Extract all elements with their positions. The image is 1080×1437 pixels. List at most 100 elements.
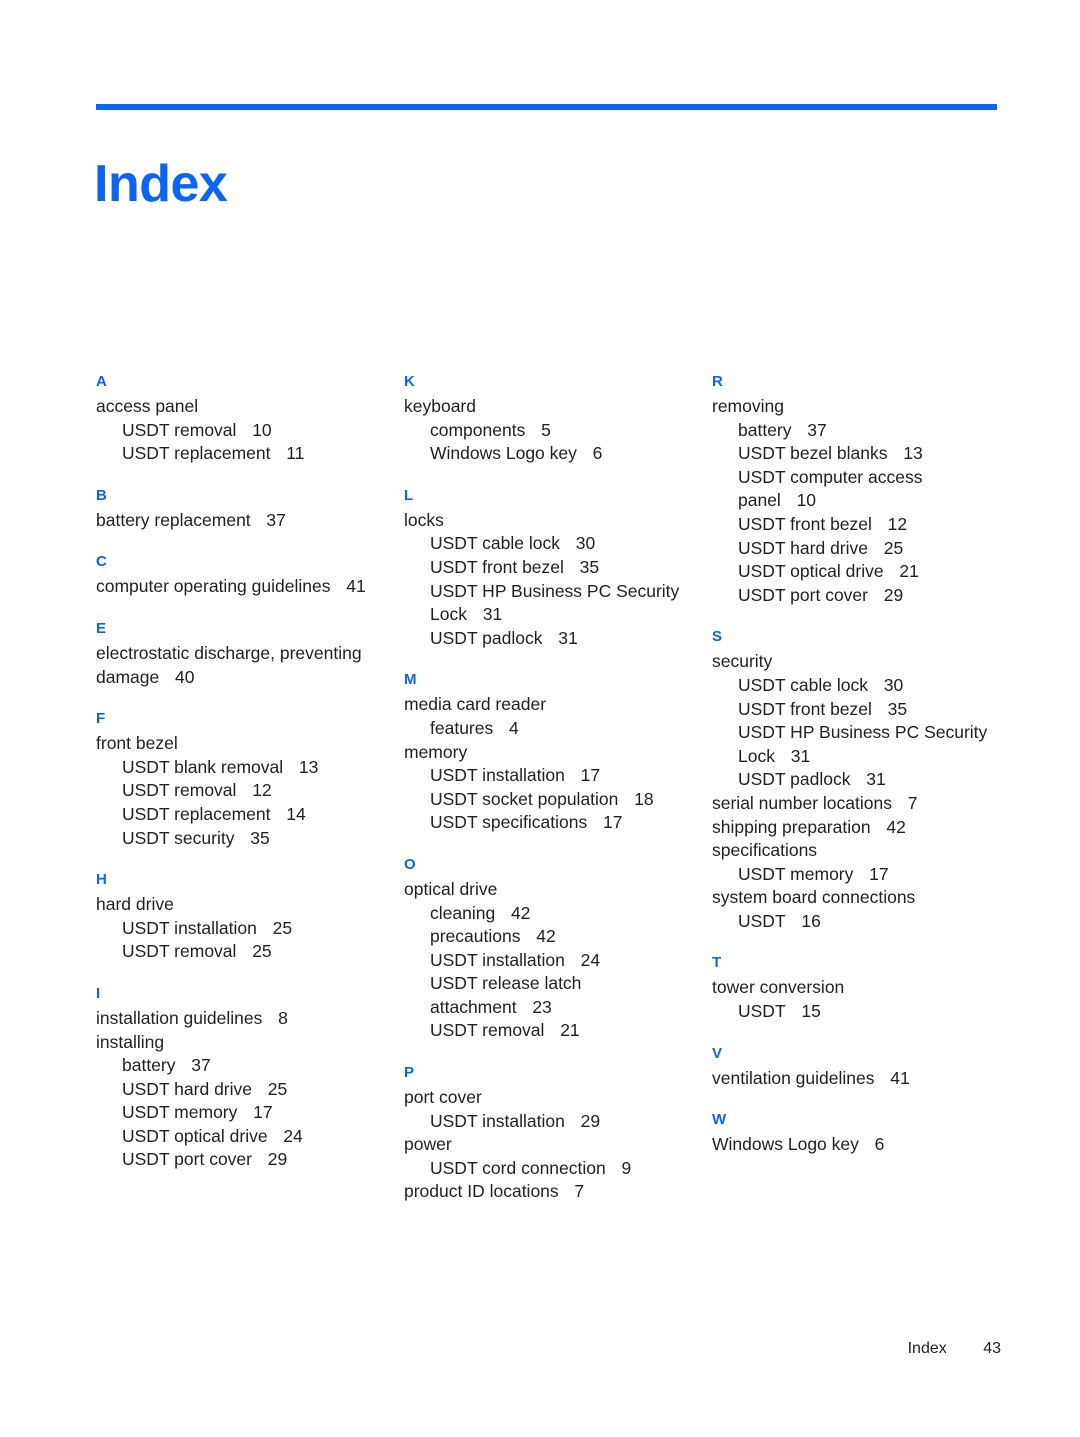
- index-entry[interactable]: electrostatic discharge, preventing dama…: [84, 642, 389, 689]
- index-entry[interactable]: shipping preparation 42: [700, 816, 1005, 840]
- index-subentry[interactable]: USDT replacement 14: [86, 803, 389, 827]
- index-subentry[interactable]: USDT socket population 18: [394, 788, 697, 812]
- index-subentry[interactable]: USDT front bezel 12: [702, 513, 1005, 537]
- index-entry[interactable]: memory: [392, 741, 697, 765]
- entry-text: installing: [96, 1031, 165, 1052]
- index-subentry[interactable]: USDT cable lock 30: [394, 532, 697, 556]
- index-entry[interactable]: computer operating guidelines 41: [84, 575, 389, 599]
- index-subentry[interactable]: USDT specifications 17: [394, 811, 697, 835]
- index-subentry[interactable]: USDT release latch attachment 23: [394, 972, 697, 1019]
- index-entry[interactable]: product ID locations 7: [392, 1180, 697, 1204]
- index-subentry[interactable]: USDT hard drive 25: [86, 1078, 389, 1102]
- entry-page-number: 5: [541, 419, 551, 440]
- index-subentry[interactable]: USDT memory 17: [702, 863, 1005, 887]
- index-subentry[interactable]: Windows Logo key 6: [394, 442, 697, 466]
- letter-group-h: Hhard drive USDT installation 25 USDT remov…: [96, 870, 389, 964]
- index-entry[interactable]: ventilation guidelines 41: [700, 1067, 1005, 1091]
- index-subentry[interactable]: USDT cord connection 9: [394, 1157, 697, 1181]
- entry-text: USDT computer access panel: [738, 466, 923, 511]
- entry-page-number: 25: [883, 537, 904, 558]
- index-entry[interactable]: Windows Logo key 6: [700, 1133, 1005, 1157]
- index-subentry[interactable]: USDT padlock 31: [702, 768, 1005, 792]
- index-subentry[interactable]: USDT removal 25: [86, 940, 389, 964]
- index-entry[interactable]: hard drive: [84, 893, 389, 917]
- index-subentry[interactable]: USDT optical drive 24: [86, 1125, 389, 1149]
- index-entry[interactable]: battery replacement 37: [84, 509, 389, 533]
- index-entry[interactable]: system board connections: [700, 886, 1005, 910]
- index-subentry[interactable]: USDT replacement 11: [86, 442, 389, 466]
- index-entry[interactable]: optical drive: [392, 878, 697, 902]
- entry-page-number: 16: [801, 910, 821, 931]
- index-entry[interactable]: security: [700, 650, 1005, 674]
- index-subentry[interactable]: components 5: [394, 419, 697, 443]
- entry-page-number: 25: [267, 1078, 288, 1099]
- index-subentry[interactable]: USDT port cover 29: [702, 584, 1005, 608]
- index-subentry[interactable]: USDT port cover 29: [86, 1148, 389, 1172]
- index-subentry[interactable]: USDT cable lock 30: [702, 674, 1005, 698]
- letter-heading: O: [404, 855, 416, 873]
- index-entry[interactable]: installation guidelines 8: [84, 1007, 389, 1031]
- entry-page-number: 31: [866, 769, 886, 790]
- index-subentry[interactable]: features 4: [394, 717, 697, 741]
- letter-group-k: Kkeyboard components 5 Windows Logo key 6: [404, 372, 697, 466]
- index-subentry[interactable]: battery 37: [702, 419, 1005, 443]
- entry-text: USDT cord connection: [430, 1157, 606, 1178]
- index-entry[interactable]: locks: [392, 509, 697, 533]
- index-subentry[interactable]: battery 37: [86, 1054, 389, 1078]
- index-entry[interactable]: serial number locations 7: [700, 792, 1005, 816]
- index-subentry[interactable]: USDT memory 17: [86, 1101, 389, 1125]
- index-subentry[interactable]: USDT installation 25: [86, 917, 389, 941]
- entry-text: USDT memory: [738, 863, 854, 884]
- index-subentry[interactable]: USDT removal 21: [394, 1019, 697, 1043]
- index-entry[interactable]: port cover: [392, 1086, 697, 1110]
- index-entry[interactable]: power: [392, 1133, 697, 1157]
- index-entry[interactable]: removing: [700, 395, 1005, 419]
- entry-page-number: 8: [278, 1007, 288, 1028]
- index-entry[interactable]: access panel: [84, 395, 389, 419]
- entry-text: features: [430, 717, 494, 738]
- entry-page-number: 37: [807, 419, 827, 440]
- index-entry[interactable]: installing: [84, 1031, 389, 1055]
- entry-page-number: 14: [286, 803, 306, 824]
- entry-text: components: [430, 419, 526, 440]
- entry-page-number: 17: [869, 863, 889, 884]
- index-subentry[interactable]: USDT blank removal 13: [86, 756, 389, 780]
- letter-group-t: Ttower conversion USDT 15: [712, 953, 1005, 1023]
- entry-text: USDT front bezel: [738, 513, 872, 534]
- page-title: Index: [94, 154, 228, 213]
- index-column: Rremoving battery 37 USDT bezel blanks 13 USD…: [712, 372, 1005, 1157]
- entry-text: hard drive: [96, 894, 174, 915]
- index-subentry[interactable]: USDT HP Business PC Security Lock 31: [702, 721, 1005, 768]
- index-subentry[interactable]: USDT bezel blanks 13: [702, 442, 1005, 466]
- letter-group-e: Eelectrostatic discharge, preventing dam…: [96, 619, 389, 689]
- index-subentry[interactable]: USDT front bezel 35: [394, 556, 697, 580]
- index-subentry[interactable]: USDT HP Business PC Security Lock 31: [394, 580, 697, 627]
- index-subentry[interactable]: USDT security 35: [86, 827, 389, 851]
- index-subentry[interactable]: USDT 16: [702, 910, 1005, 934]
- index-subentry[interactable]: USDT padlock 31: [394, 627, 697, 651]
- entry-text: keyboard: [404, 396, 476, 416]
- index-subentry[interactable]: USDT removal 10: [86, 419, 389, 443]
- index-subentry[interactable]: USDT front bezel 35: [702, 698, 1005, 722]
- index-subentry[interactable]: precautions 42: [394, 925, 697, 949]
- index-subentry[interactable]: USDT installation 29: [394, 1110, 697, 1134]
- index-entry[interactable]: tower conversion: [700, 976, 1005, 1000]
- index-subentry[interactable]: USDT 15: [702, 1000, 1005, 1024]
- entry-page-number: 10: [252, 419, 272, 440]
- entry-page-number: 4: [508, 717, 519, 738]
- index-entry[interactable]: media card reader: [392, 693, 697, 717]
- index-subentry[interactable]: USDT computer access panel 10: [702, 466, 1005, 513]
- entry-text: USDT hard drive: [738, 537, 869, 558]
- index-subentry[interactable]: USDT hard drive 25: [702, 537, 1005, 561]
- index-subentry[interactable]: cleaning 42: [394, 902, 697, 926]
- index-subentry[interactable]: USDT installation 17: [394, 764, 697, 788]
- index-subentry[interactable]: USDT removal 12: [86, 779, 389, 803]
- footer-page-number: 43: [983, 1340, 1001, 1357]
- entry-page-number: 6: [592, 443, 603, 464]
- index-entry[interactable]: keyboard: [392, 395, 697, 419]
- index-subentry[interactable]: USDT installation 24: [394, 949, 697, 973]
- entry-text: USDT bezel blanks: [738, 443, 888, 464]
- index-entry[interactable]: specifications: [700, 839, 1005, 863]
- index-subentry[interactable]: USDT optical drive 21: [702, 560, 1005, 584]
- index-entry[interactable]: front bezel: [84, 732, 389, 756]
